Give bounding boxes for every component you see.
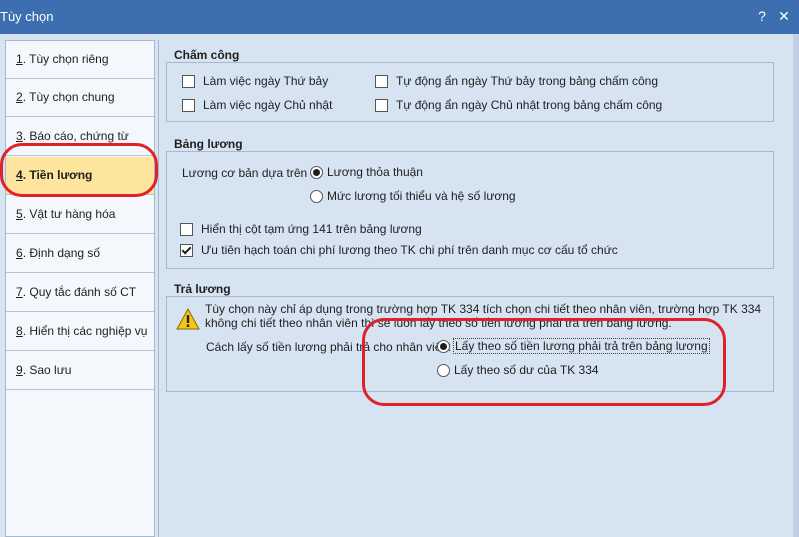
options-nav: 1. Tùy chọn riêng 2. Tùy chọn chung 3. B… [5, 40, 155, 537]
options-content: Chấm công Làm việc ngày Thứ bảy Làm việc… [158, 40, 799, 537]
cham-cong-title: Chấm công [174, 48, 240, 62]
close-button[interactable]: ✕ [775, 7, 793, 25]
tra-luong-title: Trả lương [174, 282, 231, 296]
annotation-highlight-radios [362, 318, 726, 406]
checkbox-icon [180, 222, 193, 236]
checkbox-icon [375, 98, 388, 112]
chk-uu-tien-hach-toan[interactable]: Ưu tiên hạch toán chi phí lương theo TK … [180, 243, 618, 257]
radio-icon [310, 189, 323, 203]
chk-tam-ung-141[interactable]: Hiển thị cột tạm ứng 141 trên bảng lương [180, 222, 422, 236]
radio-muc-luong-toi-thieu[interactable]: Mức lương tối thiểu và hệ số lương [310, 189, 516, 203]
basis-label: Lương cơ bản dựa trên [182, 166, 308, 180]
nav-item-hien-thi[interactable]: 8. Hiển thị các nghiệp vụ [6, 313, 154, 351]
dialog-body: 1. Tùy chọn riêng 2. Tùy chọn chung 3. B… [0, 34, 799, 537]
nav-item-rieng[interactable]: 1. Tùy chọn riêng [6, 41, 154, 79]
annotation-highlight-nav [0, 143, 158, 197]
title-bar: Tùy chọn ? ✕ [0, 0, 799, 34]
checkbox-icon [182, 74, 195, 88]
tra-luong-note-line1: Tùy chọn này chỉ áp dụng trong trường hợ… [205, 302, 762, 316]
bang-luong-title: Bảng lương [174, 137, 243, 151]
nav-item-dinh-dang-so[interactable]: 6. Định dạng số [6, 235, 154, 273]
warning-icon [176, 308, 200, 330]
help-button[interactable]: ? [753, 7, 771, 25]
nav-item-quy-tac[interactable]: 7. Quy tắc đánh số CT [6, 274, 154, 312]
chk-an-thu-bay[interactable]: Tự động ẩn ngày Thứ bảy trong bảng chấm … [375, 74, 658, 88]
chk-an-chu-nhat[interactable]: Tự động ẩn ngày Chủ nhật trong bảng chấm… [375, 98, 662, 112]
chk-chu-nhat[interactable]: Làm việc ngày Chủ nhật [182, 98, 332, 112]
checkbox-checked-icon [180, 243, 193, 257]
chk-thu-bay[interactable]: Làm việc ngày Thứ bảy [182, 74, 328, 88]
nav-item-sao-luu[interactable]: 9. Sao lưu [6, 352, 154, 390]
cham-cong-group [166, 62, 774, 122]
radio-luong-thoa-thuan[interactable]: Lương thỏa thuận [310, 165, 423, 179]
checkbox-icon [182, 98, 195, 112]
window-title: Tùy chọn [0, 9, 54, 24]
radio-selected-icon [310, 165, 323, 179]
scroll-strip [793, 34, 799, 537]
nav-item-vat-tu[interactable]: 5. Vật tư hàng hóa [6, 196, 154, 234]
checkbox-icon [375, 74, 388, 88]
nav-item-chung[interactable]: 2. Tùy chọn chung [6, 79, 154, 117]
